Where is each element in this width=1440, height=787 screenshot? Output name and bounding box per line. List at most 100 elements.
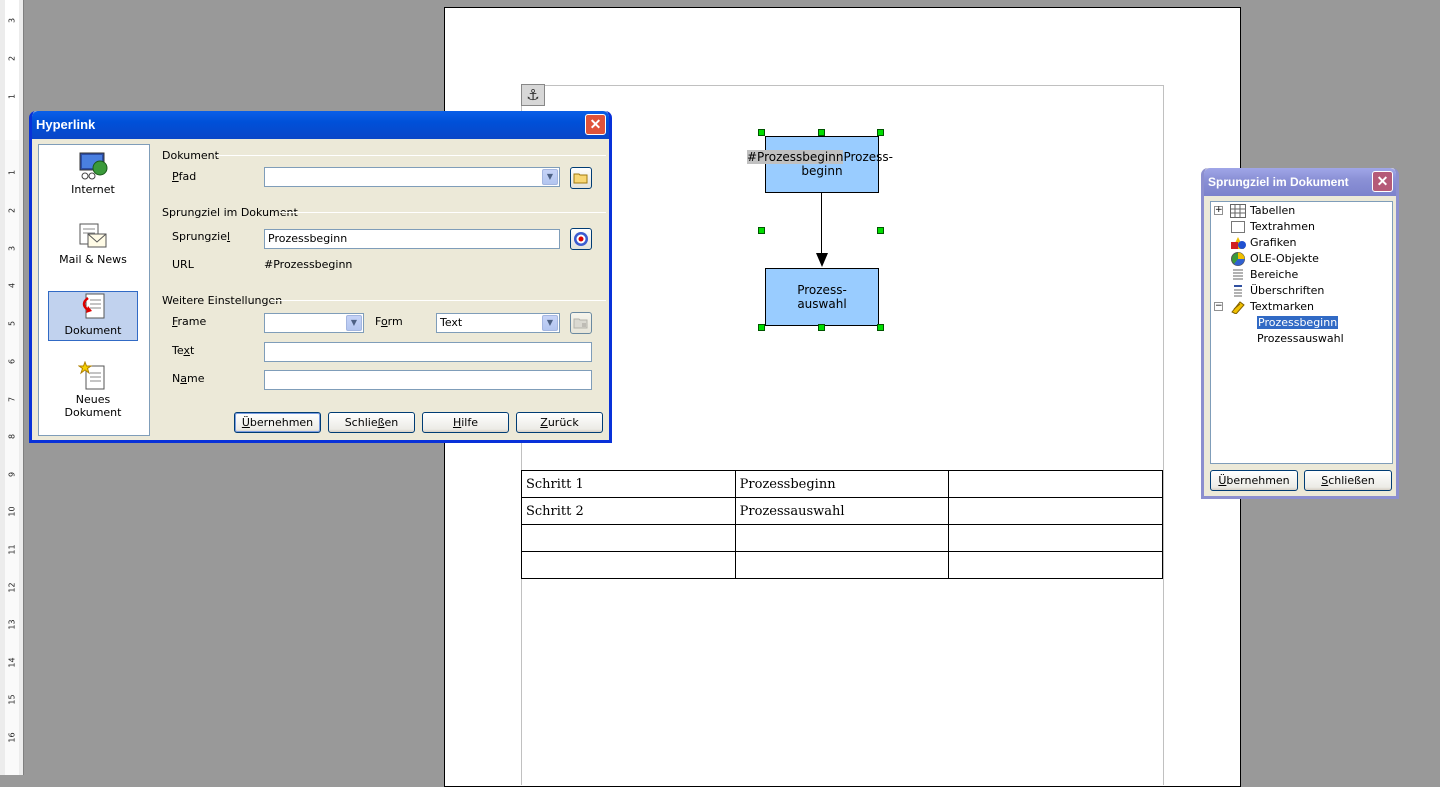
chevron-down-icon[interactable]: ▼ (346, 315, 362, 331)
selection-handle[interactable] (818, 324, 825, 331)
ruler-label: 4 (7, 282, 17, 289)
form-combobox[interactable]: Text ▼ (436, 313, 560, 333)
tree-item-bookmark-prozessbeginn[interactable]: Prozessbeginn (1257, 315, 1339, 331)
table-row (521, 524, 1163, 552)
selection-handle[interactable] (758, 129, 765, 136)
text-boundary (1163, 85, 1164, 785)
flowchart-shape-prozessbeginn[interactable]: #ProzessbeginnProzess- beginn (747, 136, 893, 193)
tree-item-ole-objects[interactable]: OLE-Objekte (1250, 251, 1319, 267)
form-label: Form (375, 315, 403, 328)
nav-item-internet[interactable]: Internet (48, 151, 138, 201)
open-file-button[interactable] (570, 167, 592, 189)
ole-object-icon (1230, 252, 1246, 266)
flowchart-shape-prozessauswahl[interactable]: Prozess- auswahl (765, 268, 879, 326)
selection-handle[interactable] (818, 129, 825, 136)
apply-button[interactable]: Übernehmen (1210, 470, 1298, 491)
close-icon[interactable]: ✕ (1372, 171, 1393, 192)
frame-label: Frame (172, 315, 207, 328)
table-icon (1230, 204, 1246, 218)
tree-item-bookmark-prozessauswahl[interactable]: Prozessauswahl (1257, 331, 1344, 347)
arrow-head (816, 253, 828, 267)
ruler-label: 2 (7, 207, 17, 214)
close-icon[interactable]: ✕ (585, 114, 606, 135)
tree-item-graphics[interactable]: Grafiken (1250, 235, 1296, 251)
shape-text: auswahl (797, 297, 847, 311)
headings-icon (1230, 284, 1246, 298)
ruler-label: 8 (7, 433, 17, 440)
url-value: #Prozessbeginn (264, 258, 353, 271)
dialog-titlebar[interactable]: Hyperlink ✕ (32, 111, 609, 139)
hyperlink-dialog[interactable]: Hyperlink ✕ Internet Mail & News Dokumen… (29, 111, 612, 443)
expand-icon[interactable]: + (1214, 206, 1223, 215)
tree-item-headings[interactable]: Überschriften (1250, 283, 1324, 299)
table-cell[interactable] (734, 524, 950, 552)
nav-item-dokument[interactable]: Dokument (48, 291, 138, 341)
name-input[interactable] (264, 370, 592, 390)
selection-handle[interactable] (877, 324, 884, 331)
section-title-document: Dokument (162, 149, 219, 162)
text-label: Text (172, 344, 195, 357)
path-combobox[interactable]: ▼ (264, 167, 560, 187)
section-divider (216, 155, 606, 156)
table-cell[interactable] (948, 551, 1163, 579)
table-cell[interactable]: Schritt 2 (521, 497, 736, 525)
frame-combobox[interactable]: ▼ (264, 313, 364, 333)
close-button[interactable]: Schließen (328, 412, 415, 433)
document-table[interactable]: Schritt 1 Prozessbeginn Schritt 2 Prozes… (521, 470, 1163, 579)
tree-item-tables[interactable]: Tabellen (1250, 203, 1295, 219)
hyperlink-type-panel: Internet Mail & News Dokument Neues Doku… (38, 144, 150, 436)
selection-handle[interactable] (877, 227, 884, 234)
table-cell[interactable] (948, 524, 1163, 552)
events-icon (573, 318, 588, 329)
target-tree[interactable]: + Tabellen Textrahmen Grafiken OLE-Objek… (1210, 201, 1393, 464)
text-boundary (521, 85, 1163, 86)
selection-handle[interactable] (758, 227, 765, 234)
table-cell[interactable]: Schritt 1 (521, 470, 736, 498)
ruler-label: 10 (7, 506, 17, 517)
dialog-titlebar[interactable]: Sprungziel im Dokument ✕ (1204, 168, 1396, 196)
ruler-label: 14 (7, 657, 17, 668)
selection-handle[interactable] (877, 129, 884, 136)
apply-button[interactable]: Übernehmen (234, 412, 321, 433)
table-cell[interactable] (734, 551, 950, 579)
vertical-ruler[interactable]: 3 2 1 1 2 3 4 5 6 7 8 9 10 11 12 13 14 1… (0, 0, 24, 775)
target-in-document-button[interactable] (570, 228, 592, 250)
help-button[interactable]: Hilfe (422, 412, 509, 433)
tree-item-bookmarks[interactable]: Textmarken (1250, 299, 1314, 315)
collapse-icon[interactable]: − (1214, 302, 1223, 311)
mail-news-icon (78, 221, 108, 251)
back-button[interactable]: Zurück (516, 412, 603, 433)
section-title-more: Weitere Einstellungen (162, 294, 283, 307)
selection-handle[interactable] (758, 324, 765, 331)
nav-item-mail-news[interactable]: Mail & News (48, 221, 138, 271)
chevron-down-icon[interactable]: ▼ (542, 169, 558, 185)
table-cell[interactable] (948, 470, 1163, 498)
target-in-document-dialog[interactable]: Sprungziel im Dokument ✕ + Tabellen Text… (1201, 168, 1399, 499)
anchor-icon[interactable]: ⚓ (521, 84, 545, 106)
sections-icon (1230, 268, 1246, 282)
nav-item-neues-dokument[interactable]: Neues Dokument (48, 360, 138, 419)
table-cell[interactable] (521, 551, 736, 579)
ruler-label: 15 (7, 694, 17, 705)
hyperlink-field[interactable]: #Prozessbeginn (747, 150, 844, 164)
close-button[interactable]: Schließen (1304, 470, 1392, 491)
text-input[interactable] (264, 342, 592, 362)
path-label: Pfad (172, 170, 197, 183)
events-button[interactable] (570, 312, 592, 334)
nav-item-label: Neues Dokument (64, 393, 122, 419)
table-cell[interactable]: Prozessauswahl (734, 497, 950, 525)
table-cell[interactable] (948, 497, 1163, 525)
ruler-label: 16 (7, 732, 17, 743)
shape-text: Prozess- (843, 150, 894, 164)
table-cell[interactable]: Prozessbeginn (734, 470, 950, 498)
section-divider (270, 300, 606, 301)
document-link-icon (78, 292, 108, 322)
nav-item-label: Mail & News (59, 253, 127, 266)
tree-item-sections[interactable]: Bereiche (1250, 267, 1298, 283)
tree-item-text-frames[interactable]: Textrahmen (1250, 219, 1315, 235)
connector-line[interactable] (821, 193, 822, 255)
chevron-down-icon[interactable]: ▼ (542, 315, 558, 331)
table-cell[interactable] (521, 524, 736, 552)
target-input[interactable]: Prozessbeginn (264, 229, 560, 249)
section-divider (280, 212, 606, 213)
